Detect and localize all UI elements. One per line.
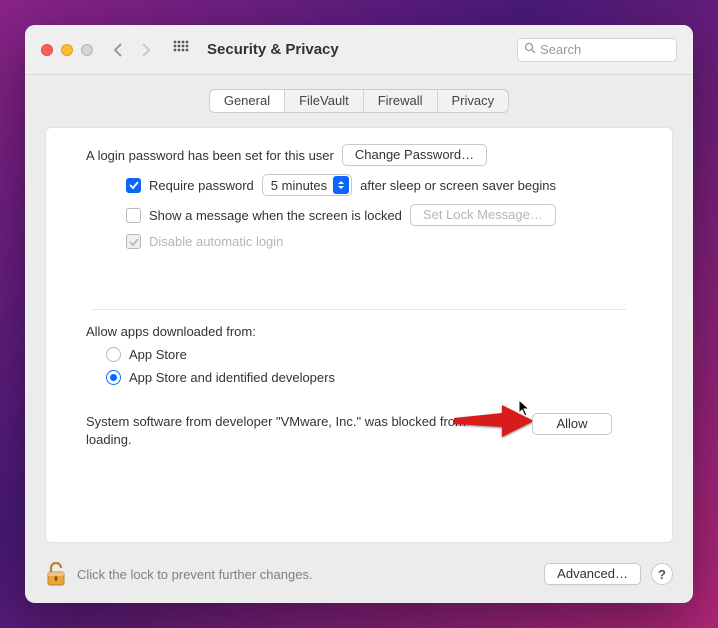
titlebar: Security & Privacy xyxy=(25,25,693,75)
require-password-delay-select[interactable]: 5 minutes xyxy=(262,174,352,196)
tabs-row: General FileVault Firewall Privacy xyxy=(25,75,693,121)
login-password-label: A login password has been set for this u… xyxy=(86,148,334,163)
show-message-checkbox[interactable] xyxy=(126,208,141,223)
minimize-window-button[interactable] xyxy=(61,44,73,56)
cursor-icon xyxy=(518,399,532,417)
downloads-header: Allow apps downloaded from: xyxy=(86,324,612,339)
stepper-icon xyxy=(333,176,349,194)
allow-button[interactable]: Allow xyxy=(532,413,612,435)
show-all-icon[interactable] xyxy=(173,40,189,59)
disable-auto-login-checkbox xyxy=(126,234,141,249)
advanced-button[interactable]: Advanced… xyxy=(544,563,641,585)
lock-icon[interactable] xyxy=(45,561,67,587)
back-button[interactable] xyxy=(113,43,123,57)
set-lock-message-button: Set Lock Message… xyxy=(410,204,556,226)
segmented-control: General FileVault Firewall Privacy xyxy=(209,89,509,113)
help-button[interactable]: ? xyxy=(651,563,673,585)
require-password-prefix: Require password xyxy=(149,178,254,193)
zoom-window-button xyxy=(81,44,93,56)
require-password-checkbox[interactable] xyxy=(126,178,141,193)
show-message-label: Show a message when the screen is locked xyxy=(149,208,402,223)
lock-message: Click the lock to prevent further change… xyxy=(77,567,534,582)
require-password-delay-value: 5 minutes xyxy=(271,178,327,193)
window-controls xyxy=(41,44,93,56)
window-title: Security & Privacy xyxy=(207,41,339,58)
forward-button xyxy=(141,43,151,57)
tab-filevault[interactable]: FileVault xyxy=(285,90,364,112)
radio-identified-developers-label: App Store and identified developers xyxy=(129,370,335,385)
radio-identified-developers[interactable] xyxy=(106,370,121,385)
change-password-button[interactable]: Change Password… xyxy=(342,144,487,166)
nav-arrows xyxy=(113,43,151,57)
search-input[interactable] xyxy=(540,42,693,57)
panel-divider xyxy=(92,309,626,310)
disable-auto-login-label: Disable automatic login xyxy=(149,234,283,249)
tab-general[interactable]: General xyxy=(210,90,285,112)
search-field[interactable] xyxy=(517,38,677,62)
require-password-suffix: after sleep or screen saver begins xyxy=(360,178,556,193)
radio-app-store[interactable] xyxy=(106,347,121,362)
close-window-button[interactable] xyxy=(41,44,53,56)
footer: Click the lock to prevent further change… xyxy=(25,553,693,603)
preferences-window: Security & Privacy General FileVault Fir… xyxy=(25,25,693,603)
blocked-software-text: System software from developer "VMware, … xyxy=(86,413,512,448)
general-panel: A login password has been set for this u… xyxy=(45,127,673,543)
search-icon xyxy=(524,42,536,57)
tab-privacy[interactable]: Privacy xyxy=(438,90,509,112)
radio-app-store-label: App Store xyxy=(129,347,187,362)
tab-firewall[interactable]: Firewall xyxy=(364,90,438,112)
